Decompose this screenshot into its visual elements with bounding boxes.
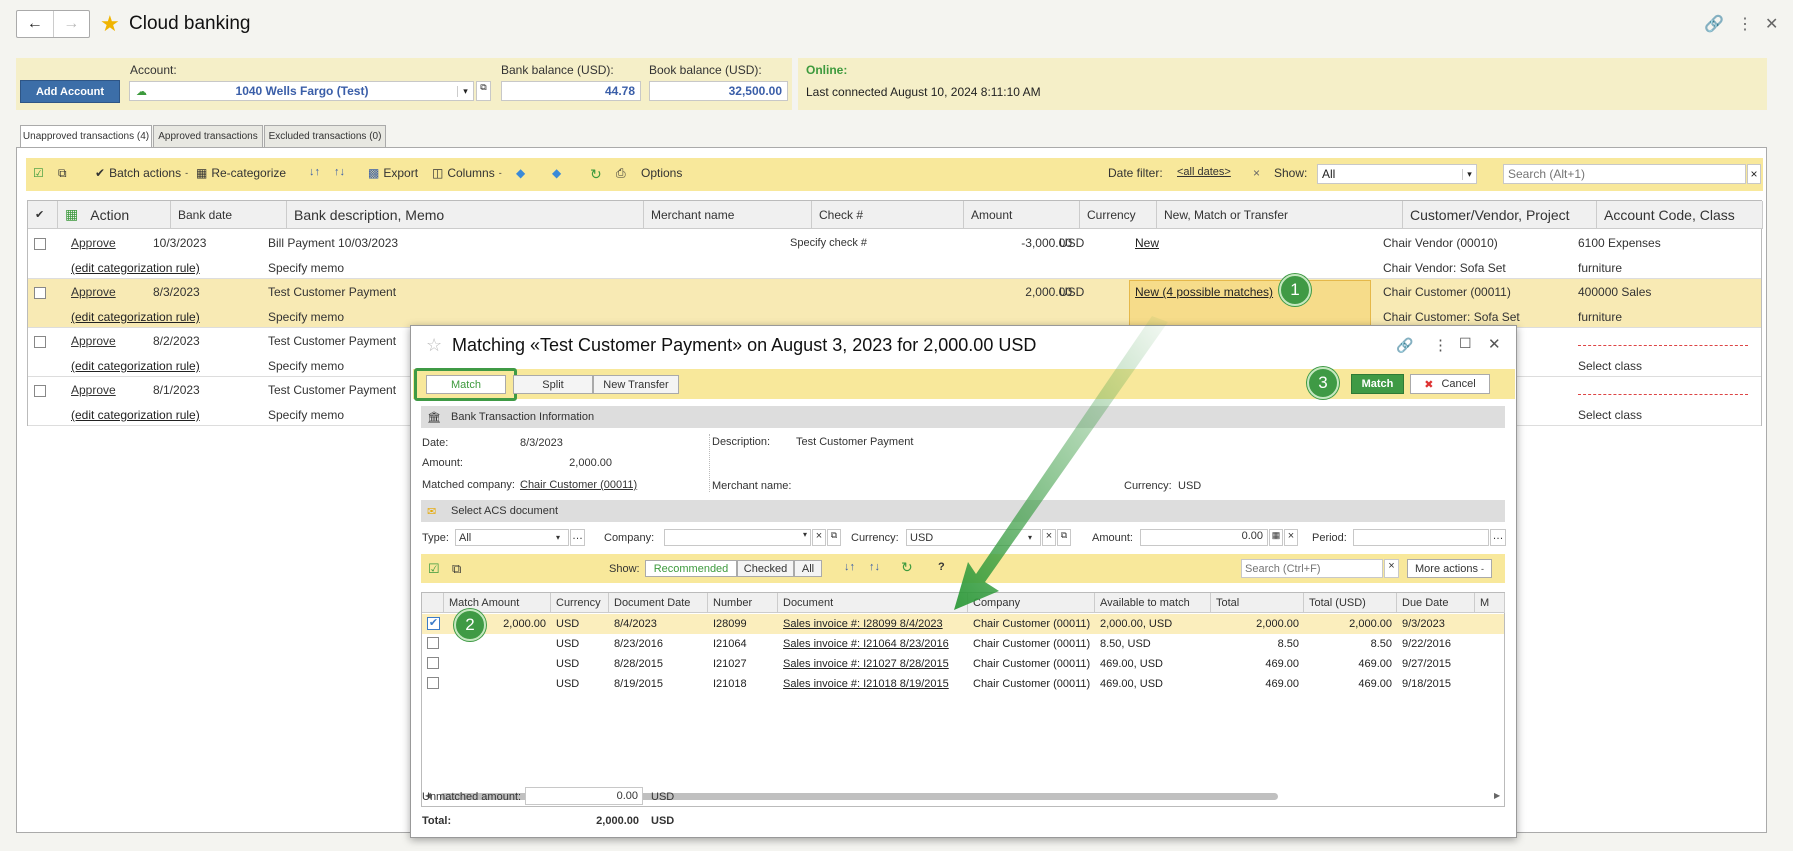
step-badge-3: 3	[1307, 367, 1339, 399]
step-badge-2: 2	[454, 609, 486, 641]
annotation-arrow	[954, 316, 1168, 610]
step-badge-1: 1	[1279, 274, 1311, 306]
